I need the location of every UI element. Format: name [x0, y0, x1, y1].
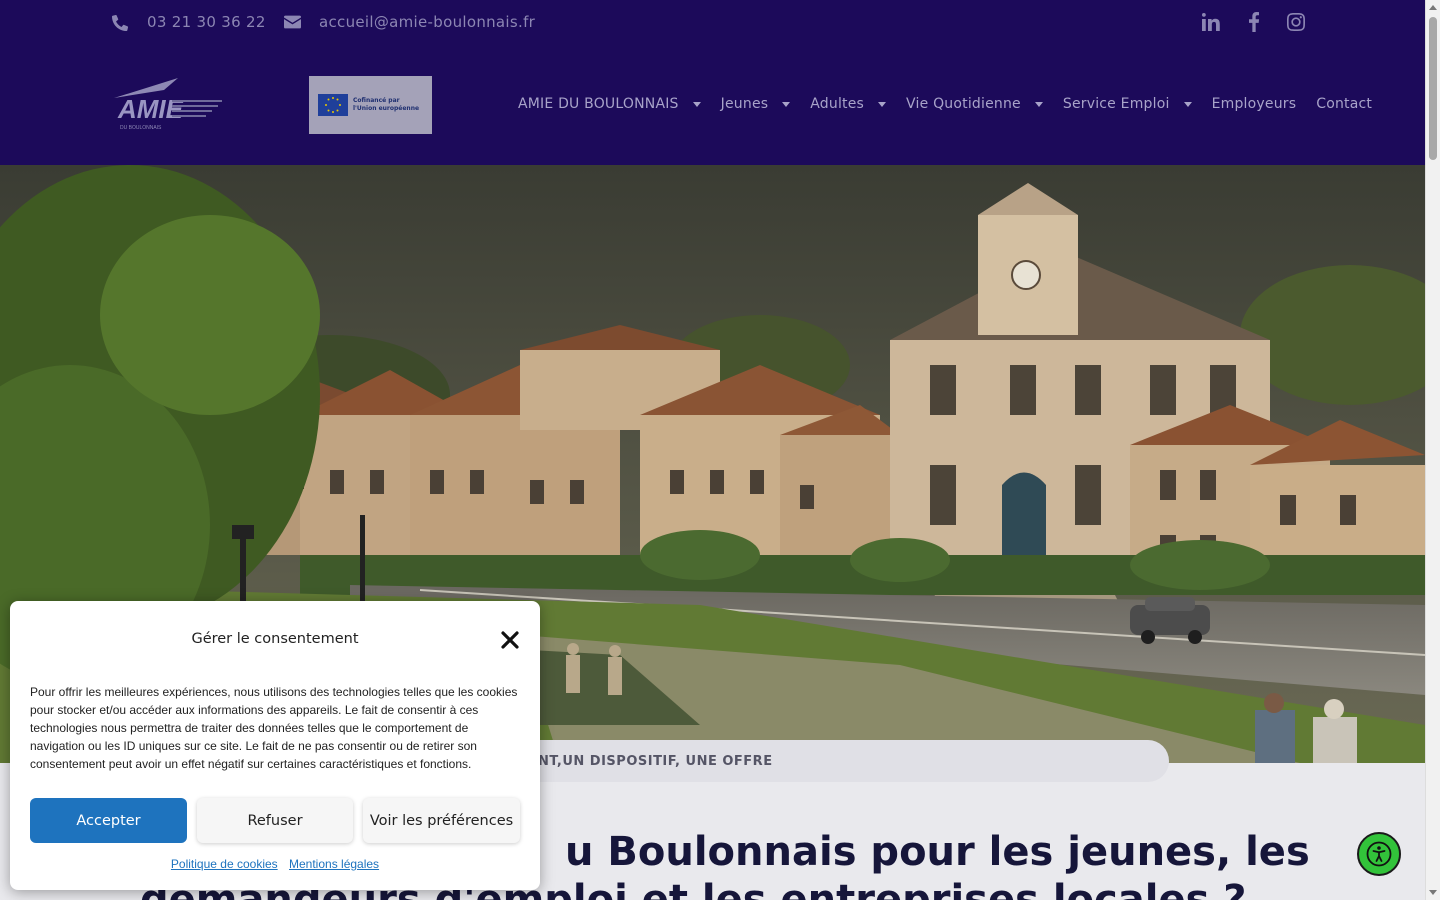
facebook-icon[interactable] — [1244, 12, 1264, 32]
caret-down-icon — [1183, 101, 1192, 107]
scroll-down-arrow-icon[interactable] — [1429, 890, 1437, 895]
nav-label: Service Emploi — [1062, 96, 1170, 112]
nav-label: Employeurs — [1211, 96, 1297, 112]
site-logo[interactable]: AMIE DU BOULONNAIS — [112, 76, 230, 132]
nav-item-adultes[interactable]: Adultes — [810, 96, 887, 112]
consent-links: Politique de cookies Mentions légales — [10, 857, 540, 871]
caret-down-icon — [692, 101, 701, 107]
accessibility-button[interactable] — [1357, 832, 1401, 876]
caret-down-icon — [878, 101, 887, 107]
nav-item-service-emploi[interactable]: Service Emploi — [1063, 96, 1192, 112]
main-nav: AMIE DU BOULONNAIS Jeunes Adultes Vie Qu… — [518, 96, 1372, 112]
nav-item-employeurs[interactable]: Employeurs — [1212, 96, 1297, 112]
cookie-policy-link[interactable]: Politique de cookies — [171, 857, 278, 871]
nav-item-vie-quotidienne[interactable]: Vie Quotidienne — [906, 96, 1043, 112]
nav-label: Contact — [1316, 96, 1373, 112]
eu-text-line1: Cofinancé par — [353, 97, 400, 104]
page-scrollbar[interactable] — [1425, 0, 1440, 900]
headline-line1: u Boulonnais pour les jeunes, les — [565, 829, 1310, 875]
site-header: 03 21 30 36 22 accueil@amie-boulonnais.f… — [0, 0, 1425, 165]
eu-text-line2: l'Union européenne — [353, 105, 420, 112]
caret-down-icon — [1034, 101, 1043, 107]
instagram-icon[interactable] — [1286, 12, 1306, 32]
consent-message: Pour offrir les meilleures expériences, … — [30, 685, 518, 771]
email-contact[interactable]: accueil@amie-boulonnais.fr — [284, 13, 535, 31]
nav-label: AMIE DU BOULONNAIS — [518, 96, 679, 112]
accessibility-icon — [1366, 841, 1392, 867]
nav-label: Adultes — [810, 96, 865, 112]
hero-tagline-pill: NT,UN DISPOSITIF, UNE OFFRE — [500, 740, 1169, 782]
nav-label: Vie Quotidienne — [906, 96, 1021, 112]
legal-notice-link[interactable]: Mentions légales — [289, 857, 379, 871]
logo-wordmark: AMIE — [117, 94, 184, 124]
consent-dialog: Gérer le consentement Pour offrir les me… — [10, 601, 540, 890]
phone-icon — [112, 14, 129, 31]
nav-item-amie[interactable]: AMIE DU BOULONNAIS — [518, 96, 701, 112]
envelope-icon — [284, 15, 301, 29]
nav-label: Jeunes — [720, 96, 769, 112]
accept-button[interactable]: Accepter — [30, 798, 187, 843]
logo-subtitle: DU BOULONNAIS — [120, 125, 162, 131]
consent-title: Gérer le consentement — [191, 631, 359, 647]
phone-number: 03 21 30 36 22 — [147, 13, 266, 31]
email-address: accueil@amie-boulonnais.fr — [319, 13, 536, 31]
linkedin-icon[interactable] — [1201, 12, 1221, 32]
scrollbar-thumb[interactable] — [1429, 17, 1437, 160]
refuse-button[interactable]: Refuser — [197, 798, 353, 843]
scroll-up-arrow-icon[interactable] — [1429, 5, 1437, 10]
nav-item-jeunes[interactable]: Jeunes — [721, 96, 791, 112]
phone-contact[interactable]: 03 21 30 36 22 — [112, 13, 266, 31]
caret-down-icon — [782, 101, 791, 107]
eu-funding-badge: Cofinancé par l'Union européenne — [309, 76, 432, 134]
eu-flag-icon — [318, 94, 348, 116]
nav-item-contact[interactable]: Contact — [1316, 96, 1372, 112]
view-preferences-button[interactable]: Voir les préférences — [363, 798, 520, 843]
close-icon[interactable] — [500, 630, 520, 650]
